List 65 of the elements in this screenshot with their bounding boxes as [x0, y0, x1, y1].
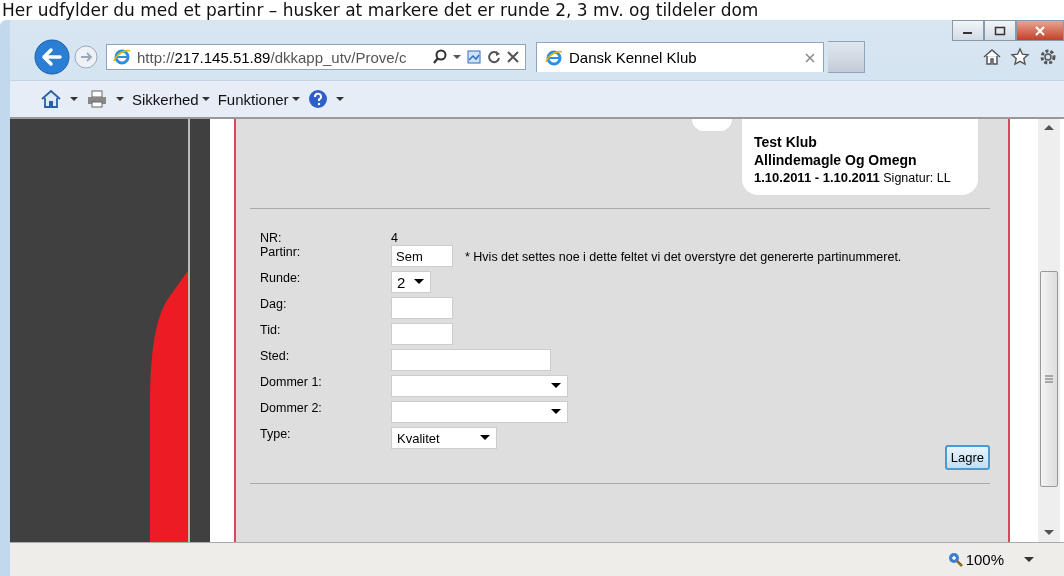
field-label: Tid: [260, 323, 282, 337]
caret-icon[interactable] [116, 96, 124, 102]
field-label: Runde: [260, 271, 302, 285]
caret-icon[interactable] [70, 96, 78, 102]
grip-icon [1045, 375, 1053, 383]
zoom-level[interactable]: 100% [947, 551, 1004, 568]
close-button[interactable] [1016, 20, 1064, 41]
refresh-icon[interactable] [487, 50, 501, 64]
field-label: Type: [260, 427, 292, 441]
hint-text: * Hvis det settes noe i dette feltet vi det overstyre det genererte partinummeret. [465, 250, 902, 264]
scroll-down-icon[interactable] [1044, 530, 1054, 536]
browser-logo-icon [113, 48, 131, 66]
close-icon [1034, 25, 1046, 36]
minimize-button[interactable] [952, 20, 984, 41]
caret-icon [201, 96, 210, 102]
caret-icon [291, 96, 300, 102]
close-tab-icon[interactable] [805, 52, 815, 63]
caret-icon[interactable] [335, 96, 344, 102]
scroll-up-icon[interactable] [1044, 125, 1054, 131]
toolbar-menu[interactable]: Sikkerhed [132, 90, 210, 108]
input-field[interactable] [391, 349, 551, 371]
field-label: Dommer 1: [260, 375, 323, 389]
search-icon[interactable] [433, 49, 447, 65]
field-label: Dag: [260, 297, 288, 311]
home-icon[interactable] [40, 89, 62, 109]
maximize-button[interactable] [984, 20, 1016, 41]
caret-icon[interactable] [453, 54, 461, 60]
field-label: Dommer 2: [260, 401, 323, 415]
printer-icon[interactable] [86, 89, 108, 109]
scroll-thumb[interactable] [1040, 271, 1058, 487]
caret-icon [414, 279, 424, 285]
caret-icon [480, 435, 490, 441]
back-button[interactable] [34, 39, 70, 75]
input-field[interactable] [391, 323, 453, 345]
help-icon[interactable] [307, 89, 328, 109]
caret-icon [551, 409, 561, 415]
field-label: Partinr: [260, 245, 302, 259]
address-bar[interactable]: http://217.145.51.89/dkkapp_utv/Prove/c [106, 44, 526, 70]
input-field[interactable]: Sem [391, 245, 453, 267]
save-button[interactable]: Lagre [944, 445, 990, 470]
home-icon[interactable] [982, 47, 1002, 67]
maximize-icon [994, 25, 1006, 36]
compatibility-icon[interactable] [467, 50, 481, 64]
card-text: Test Klub [754, 133, 818, 151]
toolbar-menu[interactable]: Funktioner [217, 90, 300, 108]
settings-icon[interactable] [1038, 47, 1058, 67]
field-value: 4 [391, 231, 398, 245]
input-field[interactable] [391, 297, 453, 319]
caret-icon [551, 383, 561, 389]
caret-icon[interactable] [1024, 556, 1034, 563]
browser-logo-icon [545, 48, 563, 67]
field-label: NR: [260, 231, 283, 245]
stop-icon[interactable] [507, 51, 519, 63]
caption-text: Her udfylder du med et partinr – husker at markere det er runde 2, 3 mv. og tildeler dom [1, 0, 760, 20]
dropdown[interactable]: 2 [391, 271, 431, 293]
browser-tab[interactable]: Dansk Kennel Klub [536, 42, 824, 72]
zoom-icon [947, 551, 964, 568]
url-text[interactable]: http://217.145.51.89/dkkapp_utv/Prove/c [137, 48, 427, 66]
dropdown[interactable]: Kvalitet [391, 427, 497, 449]
scrollbar[interactable] [1038, 119, 1060, 542]
signature-text: Signatur: LL [883, 171, 951, 185]
date-range: 1.10.2011 - 1.10.2011 [754, 170, 880, 185]
star-icon[interactable] [1010, 47, 1030, 67]
card-text: Allindemagle Og Omegn [754, 151, 918, 169]
field-label: Sted: [260, 349, 291, 363]
